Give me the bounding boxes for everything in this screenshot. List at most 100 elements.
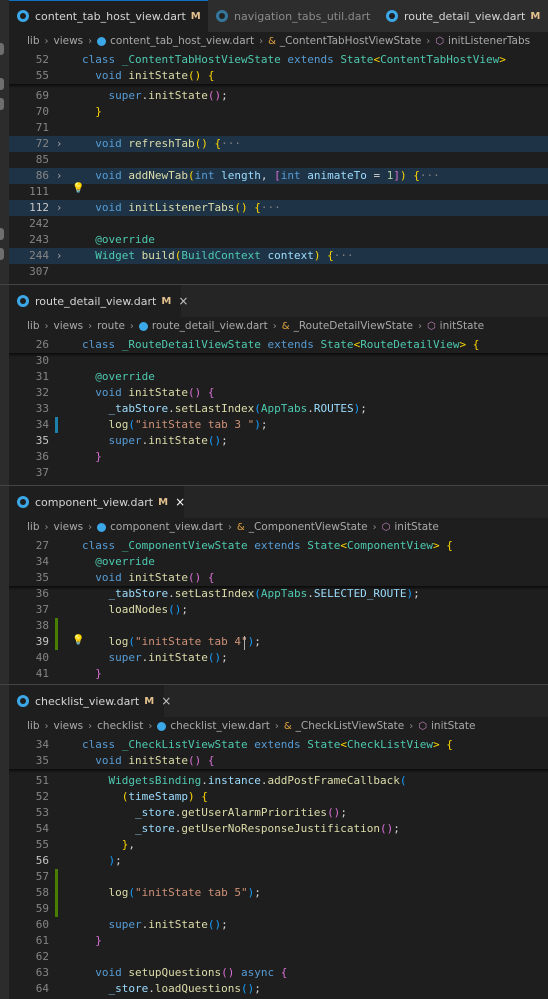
code-line[interactable]: 37 bbox=[9, 465, 548, 481]
code-line[interactable]: 35 super.initState(); bbox=[9, 433, 548, 449]
code-text: } bbox=[95, 667, 102, 680]
code-line[interactable]: 70 } bbox=[9, 104, 548, 120]
breadcrumb-item[interactable]: component_view.dart bbox=[110, 521, 223, 533]
code-line[interactable]: 35 void initState() { bbox=[9, 570, 548, 586]
code-line[interactable]: 39 log("initState tab 4"); bbox=[9, 634, 548, 650]
code-line[interactable]: 55 void initState() { bbox=[9, 68, 548, 84]
breadcrumb-item[interactable]: _ContentTabHostViewState bbox=[280, 35, 421, 47]
code-line[interactable]: 31 @override bbox=[9, 369, 548, 385]
breadcrumb-item[interactable]: initState bbox=[431, 720, 475, 732]
close-icon[interactable]: × bbox=[161, 694, 171, 708]
code-line[interactable]: 61 } bbox=[9, 933, 548, 949]
code-line[interactable]: 33 _tabStore.setLastIndex(AppTabs.ROUTES… bbox=[9, 401, 548, 417]
tab-navigation-tabs-util[interactable]: navigation_tabs_util.dart bbox=[208, 0, 378, 32]
code-line[interactable]: 41 } bbox=[9, 666, 548, 682]
code-line[interactable]: 64 _store.loadQuestions(); bbox=[9, 981, 548, 997]
code-line[interactable]: 53 _store.getUserAlarmPriorities(); bbox=[9, 805, 548, 821]
breadcrumb-item[interactable]: _RouteDetailViewState bbox=[294, 320, 413, 332]
text-cursor bbox=[244, 636, 245, 650]
code-text: ); bbox=[108, 854, 122, 867]
breadcrumb-item[interactable]: views bbox=[54, 720, 84, 732]
code-line[interactable]: 243 @override bbox=[9, 232, 548, 248]
code-line[interactable]: 111 bbox=[9, 184, 548, 200]
code-line[interactable]: 34 @override bbox=[9, 554, 548, 570]
code-line[interactable]: 69 super.initState(); bbox=[9, 88, 548, 104]
line-number: 61 bbox=[35, 934, 49, 947]
code-line[interactable]: 85 bbox=[9, 152, 548, 168]
breadcrumb-item[interactable]: checklist bbox=[97, 720, 143, 732]
code-text: } bbox=[95, 934, 102, 947]
tab-component-view[interactable]: component_view.dart M × bbox=[9, 486, 185, 518]
chevron-right-icon: › bbox=[426, 35, 431, 47]
code-line[interactable]: 57 bbox=[9, 869, 548, 885]
breadcrumb-item[interactable]: views bbox=[54, 35, 84, 47]
breadcrumb-item[interactable]: lib bbox=[27, 720, 40, 732]
code-line[interactable]: 37 loadNodes(); bbox=[9, 602, 548, 618]
code-line[interactable]: 86 › void addNewTab(int length, [int anim… bbox=[9, 168, 548, 184]
code-line[interactable]: 51 WidgetsBinding.instance.addPostFrameC… bbox=[9, 773, 548, 789]
code-line[interactable]: 38 bbox=[9, 618, 548, 634]
fold-chevron-icon[interactable]: › bbox=[57, 136, 61, 152]
code-line[interactable]: 55 }, bbox=[9, 837, 548, 853]
breadcrumb-item[interactable]: views bbox=[54, 521, 84, 533]
code-line[interactable]: 242 bbox=[9, 216, 548, 232]
close-icon[interactable]: × bbox=[175, 495, 185, 509]
code-line[interactable]: 58 log("initState tab 5"); bbox=[9, 885, 548, 901]
code-line[interactable]: 34 log("initState tab 3 "); bbox=[9, 417, 548, 433]
code-line[interactable]: 71 bbox=[9, 120, 548, 136]
code-line[interactable]: 35 void initState() { bbox=[9, 753, 548, 769]
code-line[interactable]: 72 › void refreshTab() {··· bbox=[9, 136, 548, 152]
tab-route-detail-view[interactable]: route_detail_view.dart M bbox=[378, 0, 548, 32]
lightbulb-icon[interactable]: 💡 bbox=[72, 183, 84, 194]
code-line[interactable]: 244 › Widget build(BuildContext context) … bbox=[9, 248, 548, 264]
breadcrumb-item[interactable]: initState bbox=[440, 320, 484, 332]
code-line[interactable]: 27 class _ComponentViewState extends Stat… bbox=[9, 538, 548, 554]
breadcrumb-item[interactable]: views bbox=[54, 320, 84, 332]
line-number: 59 bbox=[35, 902, 49, 915]
gutter-change-marker bbox=[55, 417, 58, 433]
lightbulb-icon[interactable]: 💡 bbox=[72, 635, 84, 646]
breadcrumb-item[interactable]: _CheckListViewState bbox=[296, 720, 405, 732]
breadcrumb-item[interactable]: lib bbox=[27, 320, 40, 332]
dart-file-icon bbox=[17, 695, 29, 707]
fold-chevron-icon[interactable]: › bbox=[57, 200, 61, 216]
code-line[interactable]: 63 void setupQuestions() async { bbox=[9, 965, 548, 981]
tab-checklist-view[interactable]: checklist_view.dart M × bbox=[9, 685, 171, 717]
code-line[interactable]: 307 bbox=[9, 264, 548, 280]
activity-indicator bbox=[0, 248, 4, 260]
breadcrumb-item[interactable]: initListenerTabs bbox=[448, 35, 530, 47]
code-line[interactable]: 112 › void initListenerTabs() {··· bbox=[9, 200, 548, 216]
breadcrumb-item[interactable]: lib bbox=[27, 35, 40, 47]
code-line[interactable]: 54 _store.getUserNoResponseJustification… bbox=[9, 821, 548, 837]
tab-content-tab-host-view[interactable]: content_tab_host_view.dart M × bbox=[9, 0, 218, 32]
code-text: @override bbox=[95, 370, 155, 383]
fold-chevron-icon[interactable]: › bbox=[57, 248, 61, 264]
breadcrumb-item[interactable]: lib bbox=[27, 521, 40, 533]
code-line[interactable]: 60 super.initState(); bbox=[9, 917, 548, 933]
code-text: void initState() { bbox=[95, 754, 215, 767]
chevron-right-icon: › bbox=[44, 35, 49, 47]
code-line[interactable]: 36 } bbox=[9, 449, 548, 465]
breadcrumb-item[interactable]: route bbox=[97, 320, 125, 332]
code-text: void initState() { bbox=[95, 69, 215, 82]
breadcrumb-item[interactable]: _ComponentViewState bbox=[249, 521, 368, 533]
breadcrumb-item[interactable]: content_tab_host_view.dart bbox=[110, 35, 254, 47]
close-icon[interactable]: × bbox=[178, 294, 188, 308]
modified-badge: M bbox=[144, 695, 155, 707]
class-symbol-icon: & bbox=[281, 320, 290, 332]
code-line[interactable]: 40 super.initState(); bbox=[9, 650, 548, 666]
fold-chevron-icon[interactable]: › bbox=[57, 168, 61, 184]
code-line[interactable]: 34 class _CheckListViewState extends Stat… bbox=[9, 737, 548, 753]
code-line[interactable]: 56 ); bbox=[9, 853, 548, 869]
code-line[interactable]: 26 class _RouteDetailViewState extends St… bbox=[9, 337, 548, 353]
code-line[interactable]: 52 class _ContentTabHostViewState extends… bbox=[9, 52, 548, 68]
code-line[interactable]: 62 bbox=[9, 949, 548, 965]
tab-route-detail-view[interactable]: route_detail_view.dart M × bbox=[9, 285, 188, 317]
breadcrumb-item[interactable]: initState bbox=[394, 521, 438, 533]
code-line[interactable]: 32 void initState() { bbox=[9, 385, 548, 401]
breadcrumb-item[interactable]: route_detail_view.dart bbox=[152, 320, 268, 332]
code-line[interactable]: 59 bbox=[9, 901, 548, 917]
code-line[interactable]: 52 (timeStamp) { bbox=[9, 789, 548, 805]
breadcrumb-item[interactable]: checklist_view.dart bbox=[170, 720, 270, 732]
line-number: 33 bbox=[35, 402, 49, 415]
